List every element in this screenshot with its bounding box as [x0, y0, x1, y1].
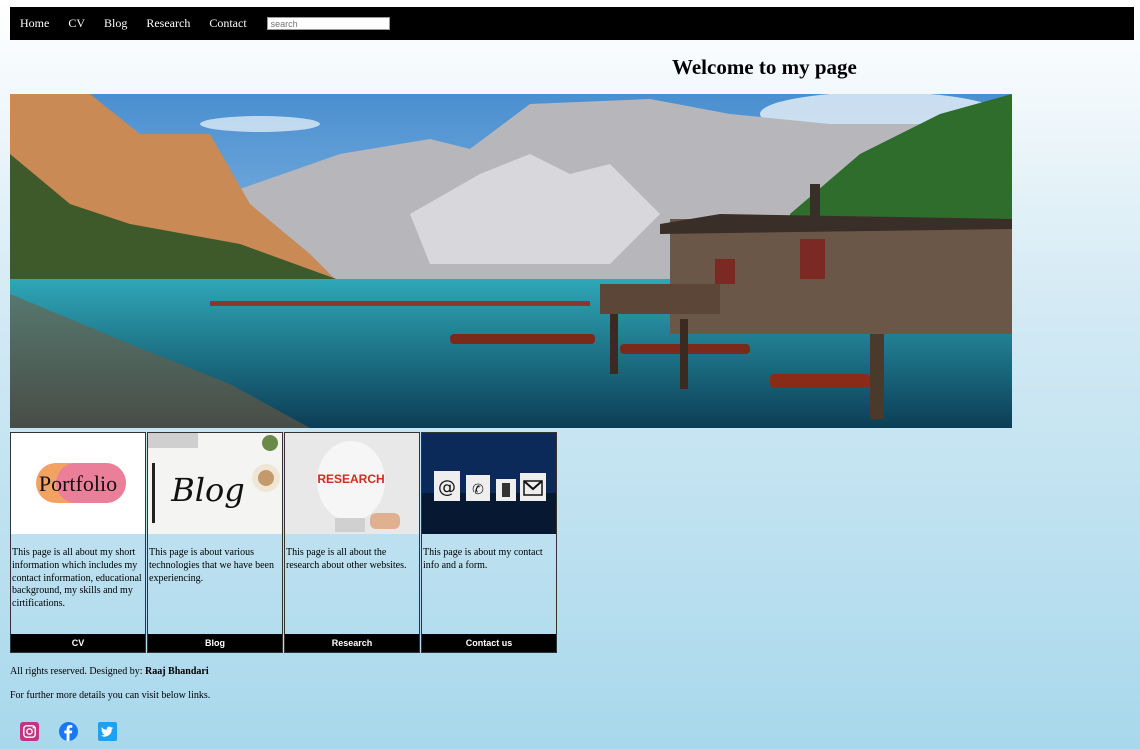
svg-text:Portfolio: Portfolio [39, 471, 117, 496]
card-blog-text: This page is about various technologies … [149, 547, 274, 584]
research-image: RESEARCH [285, 433, 419, 534]
svg-text:@: @ [438, 477, 456, 498]
card-blog: Blog This page is about various technolo… [147, 432, 283, 653]
cards-row: Portfolio This page is all about my shor… [10, 432, 557, 653]
top-navbar: Home CV Blog Research Contact [10, 7, 1134, 40]
blog-button[interactable]: Blog [148, 634, 282, 652]
twitter-icon[interactable] [98, 722, 117, 741]
social-links [20, 722, 137, 741]
footer-details: For further more details you can visit b… [10, 690, 211, 701]
card-contact: @ ✆ This page is about my contact info a… [421, 432, 557, 653]
nav-blog[interactable]: Blog [104, 16, 127, 31]
research-button[interactable]: Research [285, 634, 419, 652]
page-title: Welcome to my page [672, 55, 857, 79]
contact-icons-image: @ ✆ [422, 433, 556, 534]
svg-text:Blog: Blog [170, 471, 245, 509]
card-research-text: This page is all about the research abou… [286, 547, 407, 571]
svg-text:✆: ✆ [472, 482, 484, 498]
svg-text:RESEARCH: RESEARCH [317, 472, 384, 486]
footer-author: Raaj Bhandari [144, 666, 209, 677]
portfolio-image: Portfolio [11, 433, 145, 534]
card-research: RESEARCH This page is all about the rese… [284, 432, 420, 653]
hero-image-lake-mountains [10, 94, 1012, 428]
search-input[interactable] [266, 17, 390, 30]
cv-button[interactable]: CV [11, 634, 145, 652]
footer-rights-text: All rights reserved. Designed by: [10, 666, 145, 677]
card-contact-text: This page is about my contact info and a… [423, 547, 543, 571]
footer-copyright: All rights reserved. Designed by: Raaj B… [10, 666, 209, 677]
nav-contact[interactable]: Contact [209, 16, 246, 31]
nav-cv[interactable]: CV [68, 16, 85, 31]
card-cv: Portfolio This page is all about my shor… [10, 432, 146, 653]
instagram-icon[interactable] [20, 722, 39, 741]
facebook-icon[interactable] [59, 722, 78, 741]
nav-home[interactable]: Home [20, 16, 49, 31]
card-cv-text: This page is all about my short informat… [12, 547, 142, 610]
nav-research[interactable]: Research [146, 16, 190, 31]
contact-us-button[interactable]: Contact us [422, 634, 556, 652]
blog-image: Blog [148, 433, 282, 534]
